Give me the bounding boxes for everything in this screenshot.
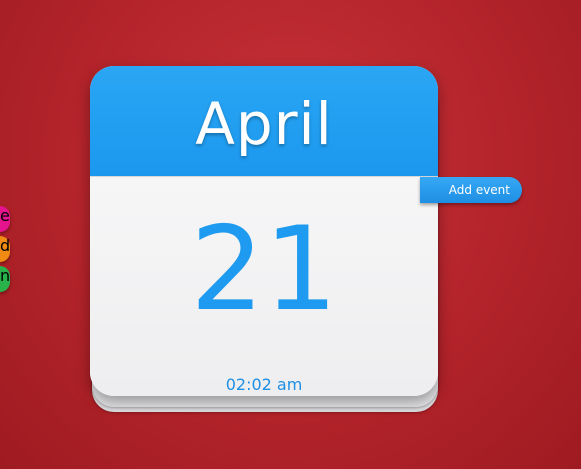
pink-tab-label: e xyxy=(0,206,10,225)
pink-tab[interactable]: e xyxy=(0,206,10,232)
month-label: April xyxy=(195,90,333,158)
calendar-header: April xyxy=(90,66,438,177)
day-number: 21 xyxy=(190,202,338,337)
add-event-label: Add event xyxy=(448,183,510,197)
green-tab-label: n xyxy=(0,266,11,285)
green-tab[interactable]: n xyxy=(0,266,11,292)
calendar-body: 21 02:02 am xyxy=(90,177,438,396)
orange-tab[interactable]: d xyxy=(0,236,11,262)
orange-tab-label: d xyxy=(0,236,11,255)
time-label: 02:02 am xyxy=(225,375,303,394)
calendar-widget: April 21 02:02 am xyxy=(90,66,438,396)
add-event-button[interactable]: Add event xyxy=(420,177,522,203)
